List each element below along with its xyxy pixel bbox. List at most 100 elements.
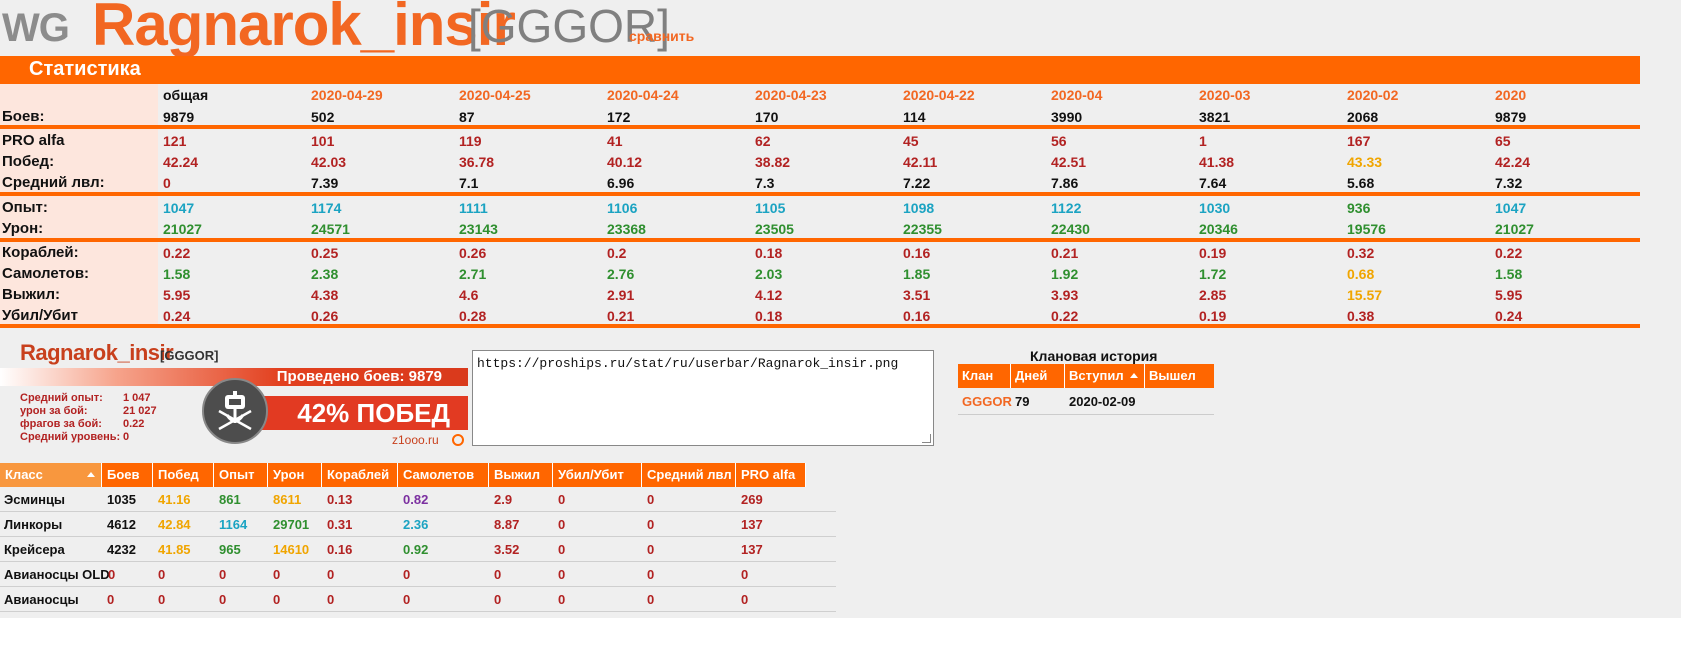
stats-row-label: Опыт: [2,199,48,216]
userbar-image: Ragnarok_insir [GGGOR] Проведено боев: 9… [0,338,470,448]
class-table-col-header[interactable]: Опыт [214,463,268,487]
player-clan-tag[interactable]: [GGGOR] [468,0,670,54]
userbar-name: Ragnarok_insir [20,340,174,365]
userbar-stat-value: 21 027 [123,405,157,417]
userbar-stat-row: Средний уровень: 0 [20,431,190,444]
stats-row: Выжил: 5.95 4.38 4.6 2.91 4.12 3.51 3.93 2.85 15.… [0,284,1640,305]
class-table-col-header[interactable]: Убил/Убит [553,463,642,487]
stats-cell: 0.19 [1199,245,1227,261]
clan-history-col-joined[interactable]: Вступил [1065,364,1145,388]
stats-cell: 1.85 [903,266,931,282]
class-table-col-header[interactable]: PRO alfa [736,463,806,487]
class-table-cell: 2.36 [403,517,429,532]
class-table-cell: 41.16 [158,492,191,507]
class-table-col-header[interactable]: Кораблей [322,463,398,487]
compare-link[interactable]: сравнить [629,28,694,44]
userbar-battles: Проведено боев: 9879 [276,368,442,385]
stats-cell: 22355 [903,221,942,237]
userbar-url-textarea[interactable]: https://proships.ru/stat/ru/userbar/Ragn… [472,350,934,446]
class-table-cell: 0 [558,567,566,582]
class-table-row: Линкоры 4612 42.84 1164 29701 0.31 2.36 8.87 0 0 1… [0,512,836,537]
resize-handle-icon[interactable] [922,434,931,443]
stats-row: Побед: 42.24 42.03 36.78 40.12 38.82 42.11 42.5… [0,151,1640,172]
class-table-col-header[interactable]: Класс [0,463,102,487]
class-table-col-header[interactable]: Выжил [489,463,553,487]
stats-cell: 1030 [1199,200,1231,216]
stats-cell: 3821 [1199,109,1231,125]
class-table-col-header[interactable]: Самолетов [398,463,489,487]
stats-col-period[interactable]: 2020-04-29 [311,87,383,103]
class-table-cell: 861 [219,492,241,507]
stats-cell: 167 [1347,133,1371,149]
class-table-cell: 0 [647,592,655,607]
class-table-cell: 0 [403,592,411,607]
stats-cell: 42.24 [163,154,199,170]
class-table-row: Авианосцы OLD 0 0 0 0 0 0 0 0 0 0 [0,562,836,587]
class-table-col-label: Опыт [219,467,255,482]
class-name: Эсминцы [4,492,66,507]
stats-cell: 5.95 [163,287,191,303]
userbar-stats: Средний опыт: 1 047 урон за бой: 21 027 фр… [20,392,190,444]
stats-cell: 23505 [755,221,794,237]
clan-history-col-left[interactable]: Вышел [1145,364,1214,388]
userbar-stat-label: фрагов за бой: [20,418,102,430]
stats-col-period[interactable]: 2020-04-22 [903,87,975,103]
stats-cell: 0.18 [755,308,783,324]
stats-row-label: Урон: [2,220,44,237]
stats-cell: 1111 [459,200,488,216]
class-table-col-label: Убил/Убит [558,467,624,482]
stats-col-period[interactable]: 2020-04-25 [459,87,531,103]
stats-cell: 87 [459,109,475,125]
stats-cell: 7.39 [311,175,339,191]
userbar-stat-value: 1 047 [123,392,151,404]
stats-cell: 24571 [311,221,350,237]
class-table-col-header[interactable]: Боев [102,463,153,487]
class-name: Авианосцы [4,592,79,607]
stats-col-period[interactable]: 2020-04-24 [607,87,679,103]
stats-col-period[interactable]: 2020-03 [1199,87,1250,103]
stats-col-period[interactable]: 2020-04-23 [755,87,827,103]
class-table-cell: 1164 [219,517,248,532]
player-nick: Ragnarok_insir [92,0,516,58]
stats-cell: 41 [607,133,623,149]
stats-row: PRO alfa 121 101 119 41 62 45 56 1 167 65 [0,130,1640,151]
stats-cell: 23368 [607,221,646,237]
class-table-col-header[interactable]: Средний лвл [642,463,736,487]
class-table-col-header[interactable]: Урон [268,463,322,487]
stats-cell: 3.93 [1051,287,1079,303]
stats-cell: 2.85 [1199,287,1227,303]
stats-cell: 19576 [1347,221,1386,237]
class-table-cell: 4612 [107,517,136,532]
stats-row: Самолетов: 1.58 2.38 2.71 2.76 2.03 1.85 1.92 1.… [0,263,1640,284]
clan-history-clan-link[interactable]: GGGOR [962,394,1012,409]
stats-cell: 42.24 [1495,154,1531,170]
stats-col-period[interactable]: 2020-04 [1051,87,1102,103]
stats-cell: 20346 [1199,221,1238,237]
stats-cell: 0.68 [1347,266,1375,282]
stats-header-row: общая 2020-04-29 2020-04-25 2020-04-24 2020-… [0,84,1640,105]
stats-col-period[interactable]: 2020-02 [1347,87,1398,103]
stats-cell: 62 [755,133,771,149]
clan-history-col-days[interactable]: Дней [1011,364,1065,388]
stats-cell: 42.11 [903,154,938,170]
clan-history-header: Клан Дней Вступил Вышел [958,364,1214,388]
userbar-stat-label: урон за бой: [20,405,88,417]
stats-cell: 4.6 [459,287,479,303]
stats-cell: 1047 [163,200,195,216]
clan-history-col-clan[interactable]: Клан [958,364,1011,388]
userbar-stat-row: Средний опыт: 1 047 [20,392,190,405]
class-table-row: Крейсера 4232 41.85 965 14610 0.16 0.92 3.52 0 0 1… [0,537,836,562]
stats-col-period[interactable]: 2020 [1495,87,1526,103]
stats-cell: 0.21 [1051,245,1079,261]
clan-history-days: 79 [1015,394,1030,409]
stats-cell: 0.16 [903,245,931,261]
class-table-col-header[interactable]: Побед [153,463,214,487]
stats-row-label: Выжил: [2,286,61,303]
stats-title-bar: Статистика [0,56,1640,84]
class-table-col-label: Выжил [494,467,540,482]
clan-history-row: GGGOR 79 2020-02-09 [958,388,1214,415]
class-table-cell: 0 [558,542,566,557]
stats-cell: 7.32 [1495,175,1523,191]
stats-cell: 38.82 [755,154,791,170]
stats-cell: 1.58 [163,266,191,282]
